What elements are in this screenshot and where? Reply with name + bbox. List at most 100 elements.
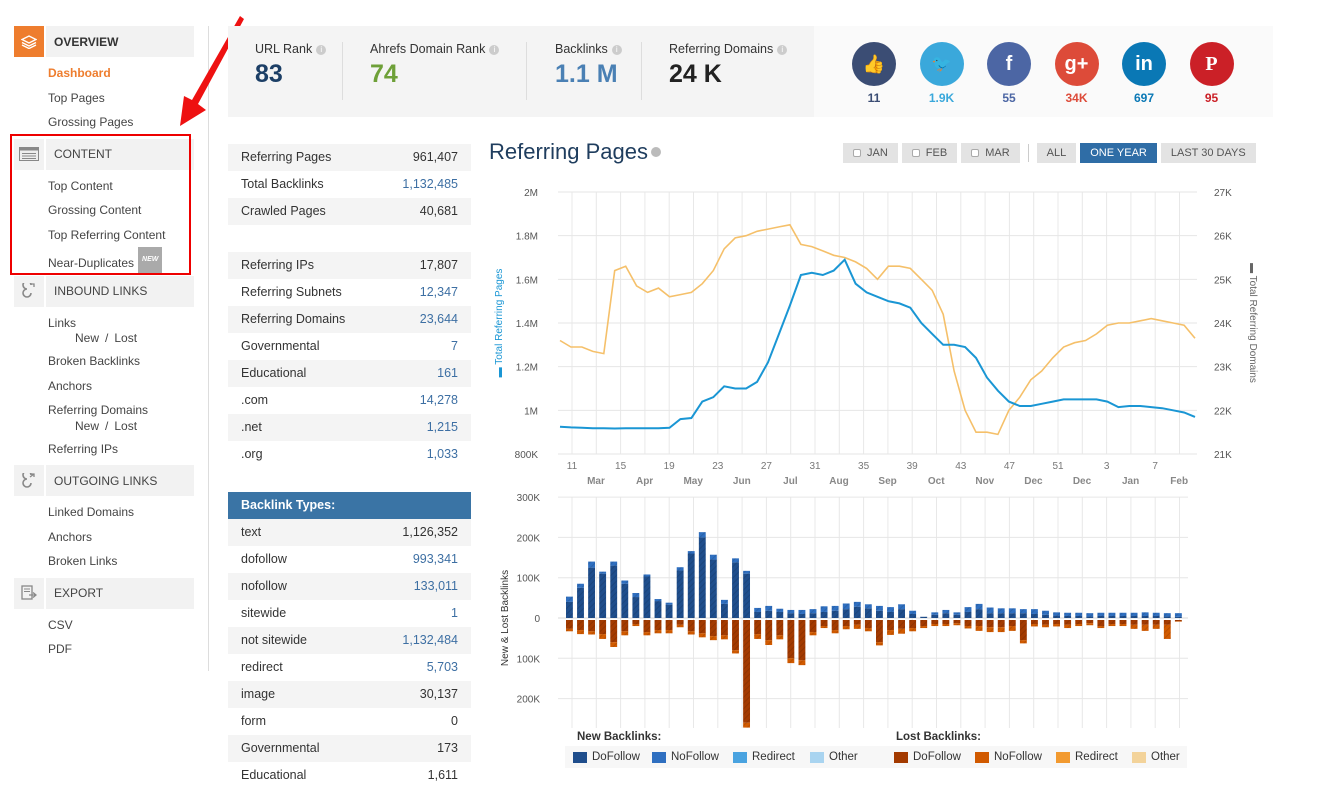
legend-swatch	[894, 751, 908, 763]
sidebar-item-referring-ips[interactable]: Referring IPs	[48, 437, 194, 462]
info-icon[interactable]: i	[316, 45, 327, 55]
social-google-plus[interactable]: g+ 34K	[1054, 42, 1099, 105]
bar-hatch	[909, 620, 917, 629]
checkbox[interactable]	[911, 149, 920, 157]
sidebar-item-anchors[interactable]: Anchors	[48, 374, 194, 399]
sidebar-item-top-referring-content[interactable]: Top Referring Content	[48, 223, 194, 248]
row-label: not sitewide	[241, 633, 308, 647]
sidebar-subitem-new[interactable]: New	[75, 331, 99, 345]
sidebar-item-broken-backlinks[interactable]: Broken Backlinks	[48, 349, 194, 374]
social-linkedin[interactable]: in 697	[1122, 42, 1166, 105]
row-value[interactable]: 14,278	[420, 387, 458, 414]
sidebar-item-csv[interactable]: CSV	[48, 613, 194, 638]
info-icon[interactable]: i	[777, 45, 788, 55]
stat-value[interactable]: 1.1 M	[555, 60, 622, 89]
checkbox[interactable]	[853, 149, 861, 157]
bar-hatch	[831, 610, 839, 618]
row-value[interactable]: 12,347	[420, 279, 458, 306]
bar-hatch	[831, 605, 839, 611]
series-line-total-referring-domains	[559, 223, 1196, 436]
sidebar-item-linked-domains[interactable]: Linked Domains	[48, 500, 194, 525]
social-facebook[interactable]: f 55	[987, 42, 1031, 105]
sidebar-section-title[interactable]: OUTGOING LINKS	[46, 465, 194, 496]
sidebar-section-inbound-links[interactable]: INBOUND LINKS	[14, 275, 194, 307]
range-button-last-30-days[interactable]: LAST 30 DAYS	[1160, 143, 1256, 163]
legend-lost-nofollow[interactable]: NoFollow	[975, 751, 1042, 763]
sidebar-item-top-content[interactable]: Top Content	[48, 174, 194, 199]
sidebar-section-title[interactable]: EXPORT	[46, 577, 194, 609]
legend-lost-redirect[interactable]: Redirect	[1056, 751, 1118, 763]
bar-hatch	[986, 620, 994, 628]
bar-hatch	[732, 650, 739, 654]
row-value[interactable]: 1,132,484	[402, 627, 458, 654]
info-icon[interactable]	[650, 147, 661, 157]
row-value[interactable]: 5,703	[427, 654, 458, 681]
bar-hatch	[787, 658, 795, 664]
range-button-all[interactable]: ALL	[1036, 143, 1077, 163]
sidebar-item-top-pages[interactable]: Top Pages	[48, 86, 194, 111]
sidebar-section-title[interactable]: CONTENT	[46, 138, 194, 170]
legend-new-other[interactable]: Other	[810, 751, 858, 763]
thumbs-up-icon[interactable]: 👍	[852, 42, 896, 86]
sidebar-item-grossing-content[interactable]: Grossing Content	[48, 198, 194, 223]
row-value[interactable]: 1,215	[427, 414, 458, 441]
facebook-icon[interactable]: f	[987, 42, 1031, 86]
range-button-mar[interactable]: MAR	[961, 143, 1020, 163]
social-twitter[interactable]: 🐦 1.9K	[919, 42, 964, 105]
y2-tick-label: 24K	[1214, 319, 1232, 330]
pinterest-icon[interactable]: P	[1189, 42, 1234, 86]
info-icon[interactable]: i	[611, 45, 622, 55]
row-value[interactable]: 23,644	[420, 306, 458, 333]
stat-url-rank: URL Rank i 83	[255, 42, 327, 89]
row-value[interactable]: 161	[437, 360, 458, 387]
sidebar-subitem-lost[interactable]: Lost	[114, 331, 137, 345]
sidebar-item-anchors[interactable]: Anchors	[48, 525, 194, 550]
sidebar-item-grossing-pages[interactable]: Grossing Pages	[48, 110, 194, 135]
table-row	[228, 225, 471, 252]
bar-hatch	[1042, 624, 1049, 628]
legend-lost-dofollow[interactable]: DoFollow	[894, 751, 961, 763]
range-button-feb[interactable]: FEB	[901, 143, 958, 163]
bar-hatch	[577, 587, 584, 618]
range-button-jan[interactable]: JAN	[843, 143, 898, 163]
sidebar-item-pdf[interactable]: PDF	[48, 637, 194, 662]
legend-new-nofollow[interactable]: NoFollow	[652, 751, 719, 763]
y-tick-label: 1.8M	[516, 232, 538, 243]
y-axis-label: New & Lost Backlinks	[500, 570, 511, 666]
sidebar-subitem-lost[interactable]: Lost	[114, 419, 137, 433]
sidebar-item-broken-links[interactable]: Broken Links	[48, 549, 194, 574]
row-label: .com	[241, 393, 269, 407]
sidebar-subitem-new[interactable]: New	[75, 419, 99, 433]
row-value[interactable]: 133,011	[414, 573, 458, 600]
sidebar-item-near-duplicates[interactable]: Near-Duplicates NEW	[48, 247, 194, 274]
social-pinterest[interactable]: P 95	[1189, 42, 1234, 105]
sidebar-section-overview[interactable]: OVERVIEW	[14, 26, 194, 57]
legend-lost-other[interactable]: Other	[1132, 751, 1180, 763]
row-value[interactable]: 7	[451, 333, 458, 360]
range-button-one-year[interactable]: ONE YEAR	[1080, 143, 1157, 163]
sidebar-section-content[interactable]: CONTENT	[14, 138, 194, 170]
bar-hatch	[709, 636, 717, 641]
sidebar-section-title[interactable]: OVERVIEW	[46, 26, 194, 57]
row-value[interactable]: 1	[451, 600, 458, 627]
info-icon[interactable]: i	[489, 45, 500, 55]
social-like[interactable]: 👍 11	[852, 42, 896, 105]
legend-new-dofollow[interactable]: DoFollow	[573, 751, 640, 763]
legend-new-redirect[interactable]: Redirect	[733, 751, 795, 763]
bar-hatch	[1086, 616, 1094, 618]
bar-hatch	[809, 620, 817, 633]
twitter-icon[interactable]: 🐦	[919, 42, 964, 86]
row-value[interactable]: 1,033	[427, 441, 458, 468]
social-count: 697	[1133, 91, 1155, 105]
row-value[interactable]: 993,341	[413, 546, 458, 573]
checkbox[interactable]	[971, 149, 980, 157]
google-plus-icon[interactable]: g+	[1054, 42, 1099, 86]
sidebar-section-title[interactable]: INBOUND LINKS	[46, 275, 194, 307]
linkedin-icon[interactable]: in	[1122, 42, 1166, 86]
sidebar-section-export[interactable]: EXPORT	[14, 577, 194, 609]
sidebar-item-dashboard[interactable]: Dashboard	[48, 61, 194, 86]
social-count: 1.9K	[928, 91, 955, 105]
bar-hatch	[1064, 615, 1072, 618]
row-value[interactable]: 1,132,485	[402, 171, 458, 198]
sidebar-section-outgoing-links[interactable]: OUTGOING LINKS	[14, 465, 194, 496]
